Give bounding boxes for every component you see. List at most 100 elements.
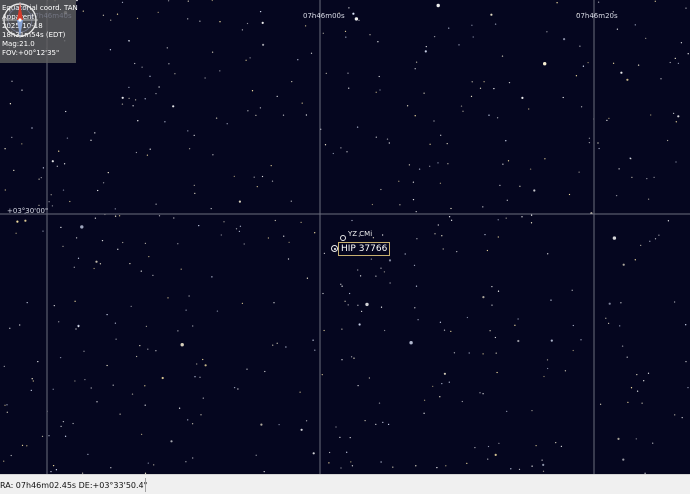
star — [380, 461, 382, 463]
star — [616, 28, 619, 30]
star — [439, 321, 442, 323]
star — [74, 380, 76, 382]
star — [375, 423, 377, 426]
compass-icon[interactable] — [0, 0, 40, 40]
star — [41, 435, 44, 438]
star — [101, 239, 104, 242]
star — [654, 0, 656, 2]
star — [322, 32, 324, 34]
star — [312, 452, 315, 455]
star — [352, 12, 355, 15]
star — [643, 380, 645, 382]
selected-star-label[interactable]: HIP 37766 — [338, 242, 391, 256]
star — [640, 244, 642, 247]
star — [261, 21, 264, 24]
star — [323, 252, 326, 255]
star — [146, 154, 149, 156]
star — [63, 163, 66, 165]
star — [495, 352, 497, 354]
star — [32, 380, 34, 382]
star — [37, 360, 39, 363]
star — [412, 181, 415, 183]
star — [356, 126, 359, 128]
star — [13, 169, 15, 172]
star — [436, 466, 438, 469]
star — [42, 167, 45, 169]
star — [6, 411, 8, 413]
star — [56, 165, 58, 167]
star — [482, 296, 485, 299]
star — [288, 241, 290, 244]
star — [287, 258, 290, 260]
star — [211, 0, 213, 2]
star — [239, 225, 242, 227]
star — [167, 297, 169, 299]
star — [351, 219, 353, 222]
variable-star-label[interactable]: YZ CMi — [348, 230, 372, 238]
star — [282, 114, 285, 116]
star — [168, 63, 170, 65]
star — [466, 462, 468, 465]
star — [382, 421, 384, 424]
star — [348, 87, 350, 89]
star — [353, 357, 355, 359]
star — [493, 87, 495, 90]
star — [194, 192, 196, 195]
star — [637, 64, 640, 66]
star — [273, 302, 275, 304]
star — [379, 89, 381, 91]
variable-star-marker[interactable] — [340, 235, 346, 241]
star — [328, 462, 330, 464]
star — [116, 13, 119, 15]
star — [174, 73, 176, 75]
star — [90, 387, 92, 389]
star — [350, 356, 353, 358]
star — [354, 17, 359, 21]
star — [249, 57, 251, 59]
star — [198, 224, 200, 227]
star — [199, 20, 201, 22]
star — [185, 461, 187, 463]
star — [507, 160, 510, 162]
star — [550, 339, 553, 342]
star — [84, 378, 86, 381]
star — [442, 248, 444, 250]
star — [312, 339, 314, 341]
star — [200, 414, 202, 416]
star — [572, 324, 574, 327]
star — [588, 141, 591, 144]
star — [685, 7, 687, 9]
star — [418, 168, 421, 170]
star — [496, 371, 498, 374]
star — [368, 377, 371, 379]
star — [299, 391, 301, 393]
star — [429, 165, 431, 167]
star — [147, 348, 149, 350]
star — [506, 410, 508, 413]
star — [472, 36, 474, 38]
star — [4, 189, 6, 191]
selected-star-marker[interactable] — [331, 245, 338, 252]
star — [131, 393, 134, 395]
star — [274, 219, 276, 222]
star — [60, 425, 62, 428]
star — [434, 233, 436, 235]
star — [620, 71, 623, 74]
star — [358, 19, 360, 22]
cursor-coordinates: RA: 07h46m02.45s DE:+03°33'50.4" — [0, 481, 148, 490]
star — [323, 329, 325, 332]
star — [466, 316, 469, 319]
sky-chart-canvas[interactable]: 07h46m00s 07h46m20s +03°30'00" YZ CMi HI… — [0, 0, 690, 474]
star — [674, 57, 676, 60]
star — [409, 341, 413, 345]
star — [80, 225, 84, 229]
star — [129, 262, 131, 265]
star — [582, 65, 585, 67]
star — [246, 22, 249, 25]
star — [132, 105, 134, 107]
star — [417, 319, 419, 321]
star — [130, 305, 132, 308]
star — [364, 419, 366, 422]
star — [365, 302, 369, 307]
star — [193, 134, 195, 137]
